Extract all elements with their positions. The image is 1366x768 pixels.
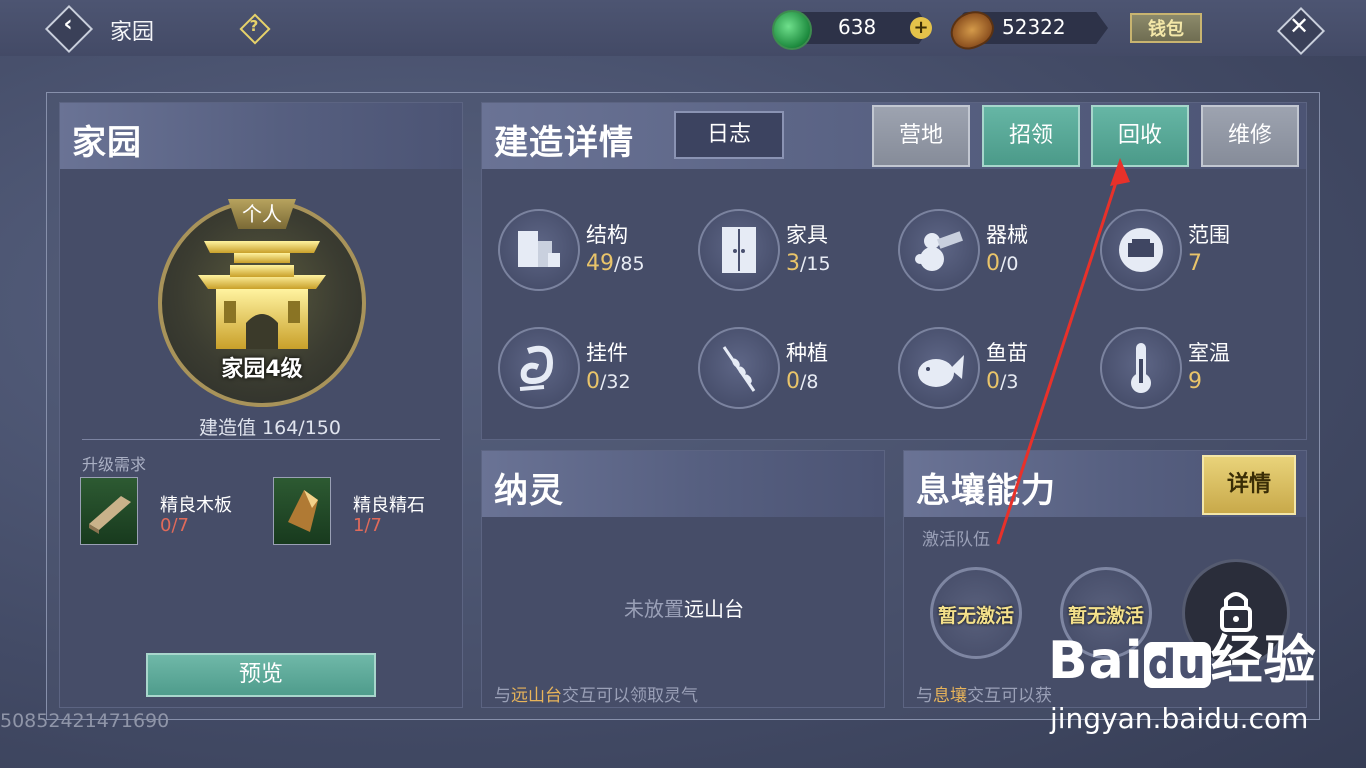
build-details-header: 建造详情 日志 营地 招领 回收 维修 [482,103,1306,169]
stat-label: 家具 [786,223,828,247]
user-id: 50852421471690 [0,710,170,732]
emblem-tag: 个人 [228,199,296,229]
chevron-left-icon: ‹ [63,12,73,37]
stat-label: 挂件 [586,341,628,365]
wood-plank-icon[interactable] [80,477,138,545]
stat-label: 种植 [786,341,828,365]
nalin-header: 纳灵 [482,451,884,517]
page-title: 家园 [110,20,155,45]
divider [82,439,440,440]
watermark-url: jingyan.baidu.com [1050,702,1309,735]
stat-label: 结构 [586,223,628,247]
nalin-panel: 纳灵 未放置远山台 与远山台交互可以领取灵气 [481,450,885,708]
build-details-panel: 建造详情 日志 营地 招领 回收 维修 结构 49/85 家具 3/15 器械 … [481,102,1307,440]
requirements-label: 升级需求 [82,455,147,474]
details-button[interactable]: 详情 [1202,455,1296,515]
nalin-empty-text: 未放置远山台 [624,597,744,621]
build-details-title: 建造详情 [494,123,634,163]
stat-value: 9 [1188,369,1202,394]
home-panel-title: 家园 [72,123,142,163]
log-button[interactable]: 日志 [674,111,784,159]
build-value: 建造值 164/150 [199,417,341,439]
jade-icon [772,10,812,50]
fish-icon [898,327,980,409]
nalin-footer: 与远山台交互可以领取灵气 [494,686,698,706]
baidu-watermark: Bai du经验 [1048,631,1317,691]
jade-amount: 638 [838,15,877,39]
house-icon [198,241,326,349]
add-currency-icon[interactable]: + [910,17,932,39]
help-icon[interactable]: ? [239,13,271,45]
nalin-title: 纳灵 [494,471,564,511]
back-button[interactable]: ‹ [44,4,94,54]
ability-footer: 与息壤交互可以获 [916,686,1052,706]
material-count: 0/7 [160,515,189,536]
stat-value: 3/15 [786,251,831,276]
material-name: 精良木板 [160,495,232,516]
stat-value: 7 [1188,251,1202,276]
material-count: 1/7 [353,515,382,536]
wallet-button[interactable]: 钱包 [1130,13,1202,43]
stat-value: 0/8 [786,369,819,394]
close-button[interactable]: ✕ [1276,6,1326,56]
tab-repair[interactable]: 维修 [1201,105,1299,167]
material-name: 精良精石 [353,495,425,516]
coin-amount: 52322 [1002,15,1066,39]
home-panel-header: 家园 [60,103,462,169]
pendant-icon [498,327,580,409]
home-level: 家园4级 [221,357,303,382]
stat-value: 0/32 [586,369,631,394]
home-panel: 家园 个人 家园4级 建造值 164/150 升级需求 精良木板 0/7 精良精… [59,102,463,708]
slot-label: 暂无激活 [937,605,1014,627]
machine-icon [898,209,980,291]
stat-label: 室温 [1188,341,1230,365]
preview-button[interactable]: 预览 [146,653,376,697]
furniture-icon [698,209,780,291]
close-icon: ✕ [1288,12,1310,40]
tab-camp[interactable]: 营地 [872,105,970,167]
stat-value: 49/85 [586,251,645,276]
annotation-arrow [996,158,1130,545]
planting-icon [698,327,780,409]
refined-stone-icon[interactable] [273,477,331,545]
stat-label: 范围 [1188,223,1230,247]
structure-icon [498,209,580,291]
